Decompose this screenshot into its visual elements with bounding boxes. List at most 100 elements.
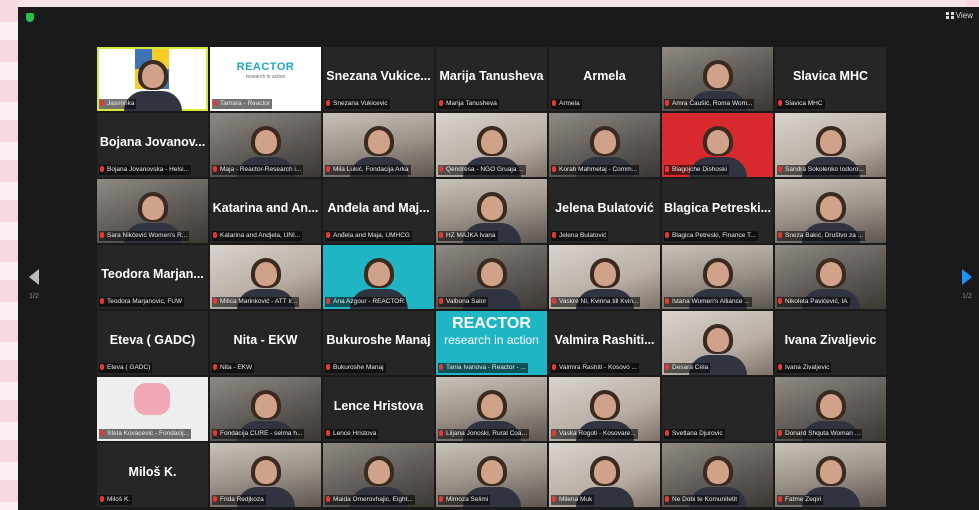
muted-mic-icon bbox=[552, 496, 556, 502]
participant-tile[interactable]: Vaska Rogoti - Kosovare... bbox=[549, 377, 660, 441]
muted-mic-icon bbox=[552, 364, 556, 370]
participant-tile[interactable]: Frida Redjkoza bbox=[210, 443, 321, 507]
participant-tile[interactable]: HZ MAJKA Ivana bbox=[436, 179, 547, 243]
participant-tile[interactable]: Bojana Jovanov... Bojana Jovanovska - Hel… bbox=[97, 113, 208, 177]
participant-face bbox=[141, 63, 164, 88]
participant-tile[interactable]: Miloš K. Miloš K. bbox=[97, 443, 208, 507]
participant-tile[interactable]: Lence Hristova Lence Hristova bbox=[323, 377, 434, 441]
muted-mic-icon bbox=[100, 232, 104, 238]
participant-tile[interactable]: Vaskre NI, Kvinna till Kvin... bbox=[549, 245, 660, 309]
participant-face bbox=[593, 393, 616, 418]
participant-tile[interactable]: Slavica MHC Slavica MHC bbox=[775, 47, 886, 111]
participant-tile[interactable]: Anđela and Maj... Anđela and Maja, UMHCG bbox=[323, 179, 434, 243]
muted-mic-icon bbox=[778, 298, 782, 304]
participant-tile[interactable]: Milica Marinković - ATT Ir... bbox=[210, 245, 321, 309]
participant-name: Bukuroshe Manaj bbox=[333, 364, 384, 371]
muted-mic-icon bbox=[100, 364, 104, 370]
participant-tile[interactable]: Maida Omerovhajic, Eight... bbox=[323, 443, 434, 507]
participant-name: Miloš K. bbox=[107, 496, 131, 503]
muted-mic-icon bbox=[665, 232, 669, 238]
participant-tile[interactable]: Teodora Marjan... Teodora Marjanovic, FUW bbox=[97, 245, 208, 309]
participant-face bbox=[254, 129, 277, 154]
participant-tile[interactable]: Qendresa - NGO Gruaja ... bbox=[436, 113, 547, 177]
participant-name: Blagojche Dishoski bbox=[672, 166, 727, 173]
previous-page-button[interactable]: 1/2 bbox=[24, 269, 44, 300]
participant-tile[interactable]: Milena Muk bbox=[549, 443, 660, 507]
muted-mic-icon bbox=[778, 430, 782, 436]
participant-tile[interactable]: Mila Lukić, Fondacija Arka bbox=[323, 113, 434, 177]
participant-display-name: Snezana Vukice... bbox=[326, 69, 431, 83]
muted-mic-icon bbox=[326, 232, 330, 238]
participant-tile[interactable]: Sneza Bakić, Društvo za ... bbox=[775, 179, 886, 243]
participant-face bbox=[254, 459, 277, 484]
participant-name: Eteva ( GADC) bbox=[107, 364, 151, 371]
participant-tile[interactable]: REACTOR research in action Tania Ivanova -… bbox=[436, 311, 547, 375]
participant-name-label: Vaskre NI, Kvinna till Kvin... bbox=[551, 297, 641, 307]
participant-tile[interactable]: Sandra Sokolenko Iodoro... bbox=[775, 113, 886, 177]
muted-mic-icon bbox=[552, 166, 556, 172]
participant-tile[interactable]: Mimoza Selimi bbox=[436, 443, 547, 507]
participant-display-name: Marija Tanusheva bbox=[439, 69, 544, 83]
participant-name-label: Snezana Vukicevic bbox=[325, 99, 390, 109]
participant-tile[interactable]: Nita - EKW Nita - EKW bbox=[210, 311, 321, 375]
view-button[interactable]: View bbox=[945, 11, 973, 20]
participant-name-label: Svetlana Djurovic bbox=[664, 429, 725, 439]
participant-name-label: Katarina and Andjela, UNI... bbox=[212, 231, 303, 241]
participant-tile[interactable]: Bukuroshe Manaj Bukuroshe Manaj bbox=[323, 311, 434, 375]
participant-name: Valmira Rashiti - Kosovo ... bbox=[559, 364, 637, 371]
participant-tile[interactable]: Donard Shquta Woman ... bbox=[775, 377, 886, 441]
participant-tile[interactable]: Ivana Zivaljevic Ivana Zivaljevic bbox=[775, 311, 886, 375]
participant-tile[interactable]: Blagica Petreski... Blagica Petreski, Fin… bbox=[662, 179, 773, 243]
muted-mic-icon bbox=[326, 100, 330, 106]
participant-display-name: Katarina and An... bbox=[212, 201, 319, 215]
muted-mic-icon bbox=[326, 430, 330, 436]
participant-name: Jelena Bulatović bbox=[559, 232, 607, 239]
participant-name: HZ MAJKA Ivana bbox=[446, 232, 496, 239]
participant-tile[interactable]: Blagojche Dishoski bbox=[662, 113, 773, 177]
participant-tile[interactable]: Valbona Salor bbox=[436, 245, 547, 309]
participant-tile[interactable]: Valmira Rashiti... Valmira Rashiti - Koso… bbox=[549, 311, 660, 375]
participant-face bbox=[819, 195, 842, 220]
muted-mic-icon bbox=[552, 232, 556, 238]
participant-face bbox=[706, 63, 729, 88]
participant-name: Istana Women's Alliance ... bbox=[672, 298, 750, 305]
participant-tile[interactable]: Jelena Bulatović Jelena Bulatović bbox=[549, 179, 660, 243]
participant-tile[interactable]: Stela Kovacevic - Fondacij... bbox=[97, 377, 208, 441]
participant-tile[interactable]: Korab Mahmetaj - Comm... bbox=[549, 113, 660, 177]
participant-name-label: Qendresa - NGO Gruaja ... bbox=[438, 165, 526, 175]
participant-name-label: Blagica Petreski, Finance T... bbox=[664, 231, 758, 241]
participant-tile[interactable]: Eteva ( GADC) Eteva ( GADC) bbox=[97, 311, 208, 375]
participant-tile[interactable]: Nikoleta Pavićević, IA bbox=[775, 245, 886, 309]
participant-tile[interactable]: Liljana Jonoski, Rural Coa... bbox=[436, 377, 547, 441]
next-page-button[interactable]: 1/2 bbox=[957, 269, 977, 300]
meeting-window: View 1/2 1/2 Jasminka REACTOR research in … bbox=[18, 7, 979, 510]
participant-tile[interactable]: Desara Cela bbox=[662, 311, 773, 375]
participant-tile[interactable]: REACTOR research in action Tamara - Reacto… bbox=[210, 47, 321, 111]
participant-face bbox=[819, 459, 842, 484]
security-shield-icon[interactable] bbox=[26, 13, 34, 22]
participant-tile[interactable]: Sara Nikčević Women's R... bbox=[97, 179, 208, 243]
participant-tile[interactable]: Armela Armela bbox=[549, 47, 660, 111]
participant-name: Vaska Rogoti - Kosovare... bbox=[559, 430, 636, 437]
participant-tile[interactable]: Istana Women's Alliance ... bbox=[662, 245, 773, 309]
participant-name-label: Jasminka bbox=[99, 99, 137, 109]
muted-mic-icon bbox=[439, 430, 443, 436]
participant-name: Ne Dobi te Komunitetit bbox=[672, 496, 738, 503]
participant-tile[interactable]: Ne Dobi te Komunitetit bbox=[662, 443, 773, 507]
participant-name: Maja - Reactor-Research i... bbox=[220, 166, 302, 173]
participant-name-label: Maida Omerovhajic, Eight... bbox=[325, 495, 415, 505]
participant-tile[interactable]: Katarina and An... Katarina and Andjela, … bbox=[210, 179, 321, 243]
participant-display-name: Blagica Petreski... bbox=[663, 201, 771, 215]
muted-mic-icon bbox=[100, 100, 104, 106]
participant-tile[interactable]: Fondacija CURE - selma h... bbox=[210, 377, 321, 441]
participant-tile[interactable]: Svetlana Djurovic bbox=[662, 377, 773, 441]
participant-tile[interactable]: Fatme Zeqiri bbox=[775, 443, 886, 507]
participant-tile[interactable]: Jasminka bbox=[97, 47, 208, 111]
participant-name-label: Maja - Reactor-Research i... bbox=[212, 165, 304, 175]
participant-tile[interactable]: Marija Tanusheva Marija Tanusheva bbox=[436, 47, 547, 111]
participant-tile[interactable]: Maja - Reactor-Research i... bbox=[210, 113, 321, 177]
participant-tile[interactable]: Snezana Vukice... Snezana Vukicevic bbox=[323, 47, 434, 111]
participant-tile[interactable]: Amra Čaušić, Roma Wom... bbox=[662, 47, 773, 111]
participant-name-label: Milica Marinković - ATT Ir... bbox=[212, 297, 300, 307]
participant-tile[interactable]: Ana Azgour - REACTOR bbox=[323, 245, 434, 309]
